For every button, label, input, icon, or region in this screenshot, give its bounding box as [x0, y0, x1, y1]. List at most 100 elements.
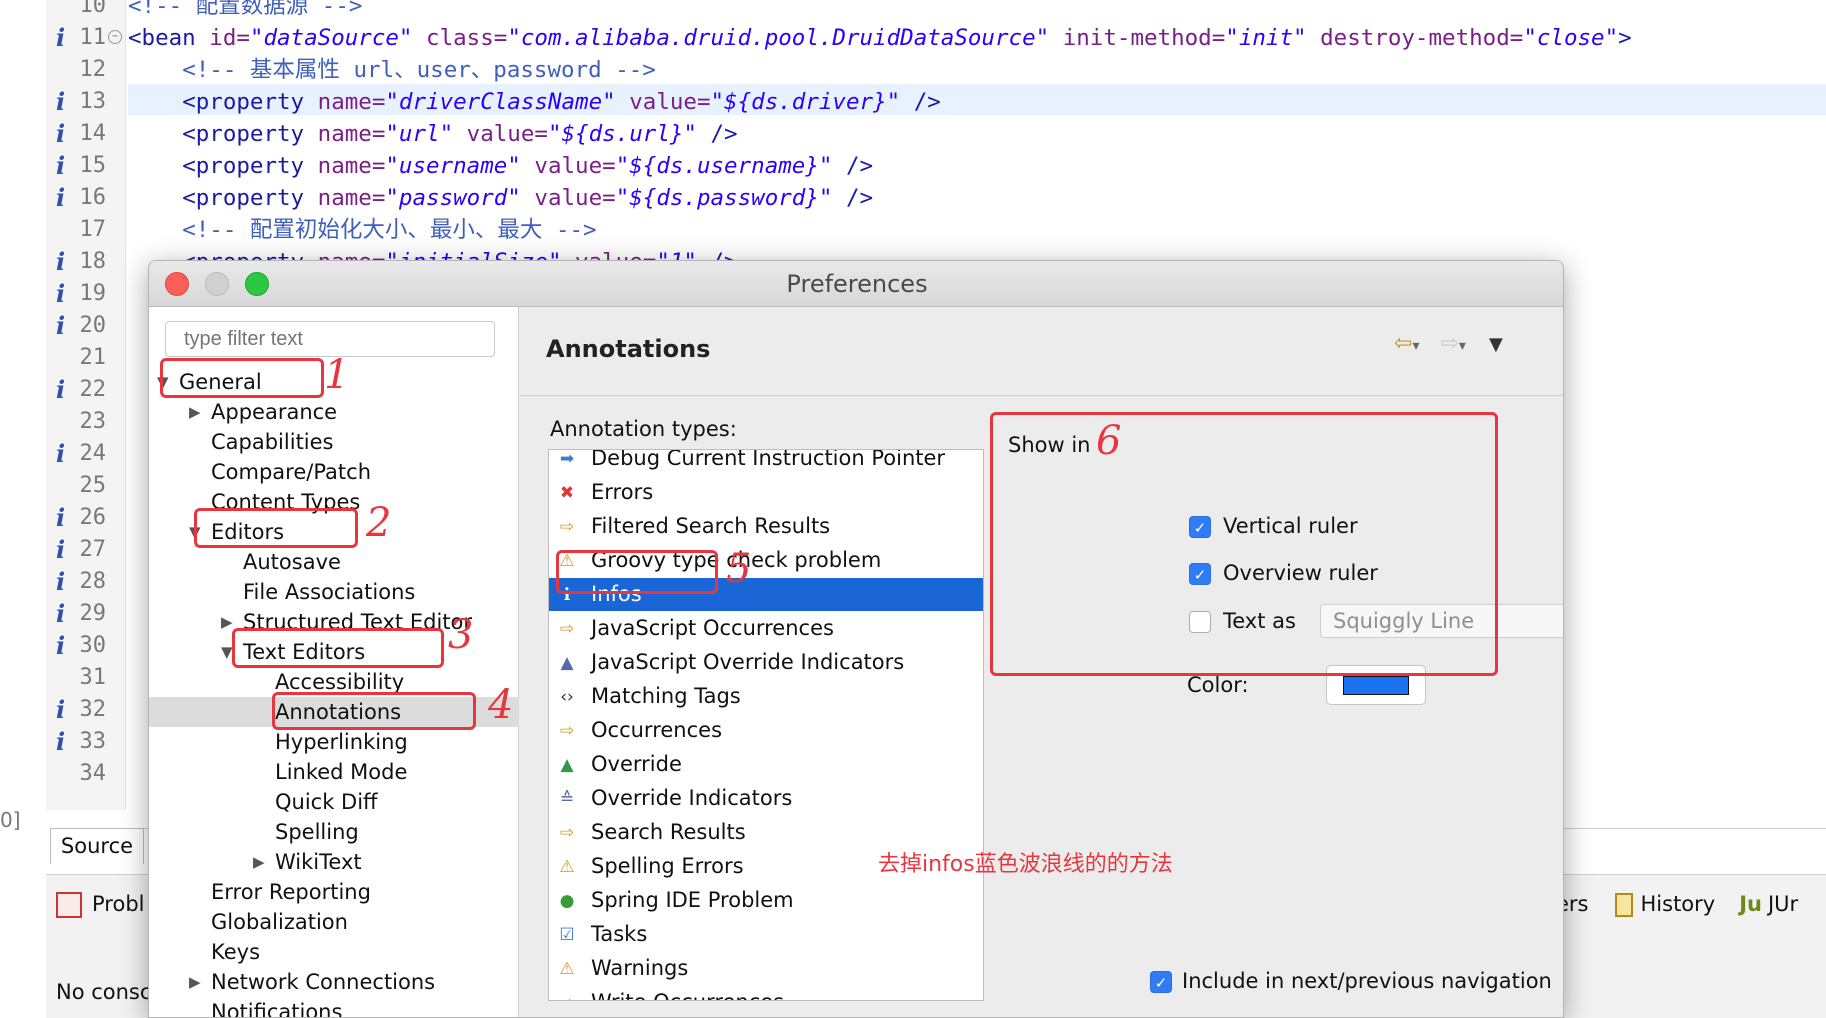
view-menu-icon[interactable]: ▼ — [1489, 334, 1503, 355]
info-marker-icon[interactable]: i — [56, 182, 65, 214]
annotation-type-label: Override — [591, 752, 682, 776]
info-marker-icon[interactable]: i — [56, 374, 65, 406]
info-marker-icon[interactable]: i — [56, 694, 65, 726]
fold-toggle-icon[interactable]: − — [108, 30, 122, 44]
collapsed-triangle-icon[interactable]: ▶ — [253, 847, 265, 877]
problems-icon — [56, 892, 82, 918]
history-tab-label[interactable]: History — [1641, 892, 1716, 916]
annotation-type-label: Matching Tags — [591, 684, 741, 708]
code-line[interactable]: i 15 <property name="username" value="${d… — [0, 150, 1826, 182]
task-check-icon: ☑ — [559, 925, 575, 945]
annotation-type-item[interactable]: ⇨ Search Results — [549, 816, 983, 849]
annotation-type-item[interactable]: ✖ Errors — [549, 476, 983, 509]
expanded-triangle-icon[interactable]: ▼ — [221, 637, 233, 667]
annotation-types-label: Annotation types: — [550, 417, 737, 441]
tree-item-appearance[interactable]: ▶ Appearance — [149, 397, 519, 427]
code-line[interactable]: 12 <!-- 基本属性 url、user、password --> — [0, 54, 1826, 86]
code-text[interactable]: <property name="password" value="${ds.pa… — [128, 182, 873, 214]
annotation-type-item[interactable]: ⚠ Warnings — [549, 952, 983, 985]
info-marker-icon[interactable]: i — [56, 86, 65, 118]
tree-item-error-reporting[interactable]: Error Reporting — [149, 877, 519, 907]
step-number-1: 1 — [324, 352, 350, 398]
tree-item-compare-patch[interactable]: Compare/Patch — [149, 457, 519, 487]
error-icon: ✖ — [559, 483, 575, 503]
back-dropdown-icon[interactable]: ▾ — [1412, 338, 1419, 354]
info-marker-icon[interactable]: i — [56, 566, 65, 598]
line-number: 12 — [79, 57, 107, 82]
tree-item-globalization[interactable]: Globalization — [149, 907, 519, 937]
code-line[interactable]: i 13 <property name="driverClassName" val… — [0, 86, 1826, 118]
annotation-type-label: Override Indicators — [591, 786, 793, 810]
annotation-type-item[interactable]: ⇨ Write Occurrences — [549, 986, 983, 1000]
info-marker-icon[interactable]: i — [56, 534, 65, 566]
source-tab[interactable]: Source — [50, 828, 144, 864]
annotation-type-item[interactable]: ☑ Tasks — [549, 918, 983, 951]
annotation-types-list[interactable]: ➡ Debug Current Instruction Pointer ✖ Error… — [548, 449, 984, 1001]
code-text[interactable]: <!-- 基本属性 url、user、password --> — [128, 54, 656, 86]
tree-item-quick-diff[interactable]: Quick Diff — [149, 787, 519, 817]
problems-tab[interactable]: Probl — [56, 892, 144, 918]
annotation-type-item[interactable]: ⇨ Occurrences — [549, 714, 983, 747]
info-marker-icon[interactable]: i — [56, 310, 65, 342]
forward-arrow-icon[interactable]: ⇨ — [1440, 331, 1458, 356]
info-marker-icon[interactable]: i — [56, 726, 65, 758]
step-number-4: 4 — [488, 682, 514, 728]
info-marker-icon[interactable]: i — [56, 502, 65, 534]
annotation-type-item[interactable]: ● Spring IDE Problem — [549, 884, 983, 917]
color-swatch — [1343, 676, 1409, 695]
tree-item-linked-mode[interactable]: Linked Mode — [149, 757, 519, 787]
back-arrow-icon[interactable]: ⇦ — [1394, 331, 1412, 356]
include-navigation-checkbox[interactable]: ✓ — [1150, 971, 1172, 993]
code-text[interactable]: <!-- 配置初始化大小、最小、最大 --> — [128, 214, 596, 246]
code-text[interactable]: <property name="username" value="${ds.us… — [128, 150, 873, 182]
info-marker-icon[interactable]: i — [56, 278, 65, 310]
info-marker-icon[interactable]: i — [56, 246, 65, 278]
header-divider — [520, 395, 1563, 396]
code-line[interactable]: i 14 <property name="url" value="${ds.url… — [0, 118, 1826, 150]
warning-icon: ⚠ — [559, 959, 575, 979]
tree-item-capabilities[interactable]: Capabilities — [149, 427, 519, 457]
tree-item-spelling[interactable]: Spelling — [149, 817, 519, 847]
collapsed-triangle-icon[interactable]: ▶ — [189, 397, 201, 427]
annotation-type-item[interactable]: ‹› Matching Tags — [549, 680, 983, 713]
annotation-type-item[interactable]: ≙ Override Indicators — [549, 782, 983, 815]
tree-item-keys[interactable]: Keys — [149, 937, 519, 967]
collapsed-triangle-icon[interactable]: ▶ — [221, 607, 233, 637]
junit-tab-label[interactable]: JUr — [1768, 892, 1798, 916]
annotation-type-item[interactable]: ▲ Override — [549, 748, 983, 781]
collapsed-triangle-icon[interactable]: ▶ — [189, 967, 201, 997]
info-marker-icon[interactable]: i — [56, 22, 65, 54]
tree-item-notifications[interactable]: Notifications — [149, 997, 519, 1017]
info-marker-icon[interactable]: i — [56, 630, 65, 662]
info-marker-icon[interactable]: i — [56, 438, 65, 470]
tree-item-label: Compare/Patch — [211, 460, 372, 484]
annotation-type-item[interactable]: ⇨ JavaScript Occurrences — [549, 612, 983, 645]
code-text[interactable]: <bean id="dataSource" class="com.alibaba… — [128, 22, 1632, 54]
forward-dropdown-icon[interactable]: ▾ — [1459, 338, 1466, 354]
info-marker-icon[interactable]: i — [56, 598, 65, 630]
code-line[interactable]: i 16 <property name="password" value="${d… — [0, 182, 1826, 214]
tree-item-file-associations[interactable]: File Associations — [149, 577, 519, 607]
code-text[interactable]: <property name="url" value="${ds.url}" /… — [128, 118, 737, 150]
tree-item-label: Globalization — [211, 910, 348, 934]
annotation-type-item[interactable]: ➡ Debug Current Instruction Pointer — [549, 450, 983, 475]
annotation-type-item[interactable]: ⇨ Filtered Search Results — [549, 510, 983, 543]
tree-item-autosave[interactable]: Autosave — [149, 547, 519, 577]
info-marker-icon[interactable]: i — [56, 118, 65, 150]
code-line[interactable]: i 11− <bean id="dataSource" class="com.ali… — [0, 22, 1826, 54]
code-text[interactable]: <property name="driverClassName" value="… — [128, 86, 941, 118]
junit-icon: Ju — [1739, 892, 1762, 916]
info-marker-icon[interactable]: i — [56, 150, 65, 182]
code-line[interactable]: 10 <!-- 配置数据源 --> — [0, 0, 1826, 22]
line-number: 10 — [79, 0, 107, 18]
dialog-titlebar[interactable]: Preferences — [149, 261, 1563, 307]
line-number: 23 — [79, 409, 107, 434]
annotation-type-label: Errors — [591, 480, 654, 504]
code-text[interactable]: <!-- 配置数据源 --> — [128, 0, 362, 22]
tree-item-label: WikiText — [275, 850, 362, 874]
annotation-type-item[interactable]: ▲ JavaScript Override Indicators — [549, 646, 983, 679]
tree-item-wikitext[interactable]: ▶ WikiText — [149, 847, 519, 877]
tree-item-network-connections[interactable]: ▶ Network Connections — [149, 967, 519, 997]
code-line[interactable]: 17 <!-- 配置初始化大小、最小、最大 --> — [0, 214, 1826, 246]
tree-item-hyperlinking[interactable]: Hyperlinking — [149, 727, 519, 757]
